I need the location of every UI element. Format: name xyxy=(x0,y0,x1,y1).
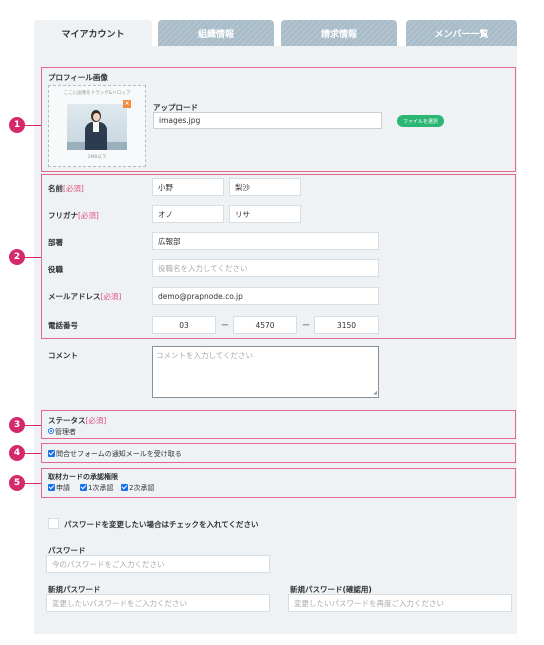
marker-2: 2 xyxy=(9,249,25,265)
approval-label: 取材カードの承認権限 xyxy=(48,473,118,481)
job-title-input[interactable]: 役職名を入力してください xyxy=(152,259,379,277)
kana-last-input[interactable]: オノ xyxy=(152,205,224,223)
email-label-text: メールアドレス xyxy=(48,292,101,301)
phone-separator-2: ー xyxy=(302,321,310,330)
approval-first-label: 1次承認 xyxy=(88,484,114,492)
marker-3-number: 3 xyxy=(13,420,21,430)
marker-4-line xyxy=(24,453,41,454)
marker-2-line xyxy=(24,257,41,258)
choose-file-button[interactable]: ファイルを選択 xyxy=(397,115,445,127)
status-admin-radio[interactable] xyxy=(48,428,54,434)
email-input[interactable]: demo@prapnode.co.jp xyxy=(152,287,379,305)
marker-2-number: 2 xyxy=(13,252,21,262)
tab-organization-label: 組織情報 xyxy=(197,29,234,40)
kana-first-input[interactable]: リサ xyxy=(229,205,301,223)
marker-1-number: 1 xyxy=(13,120,21,130)
status-label-text: ステータス xyxy=(48,416,86,425)
tab-my-account[interactable]: マイアカウント xyxy=(34,20,152,46)
tab-bar: マイアカウント 組織情報 請求情報 メンバー一覧 xyxy=(34,20,517,46)
kana-label-text: フリガナ xyxy=(48,211,78,220)
drop-zone-hint: ここに画像をドラッグ&ドロップ xyxy=(63,91,131,96)
comment-label: コメント xyxy=(48,351,78,360)
approval-second-checkbox[interactable] xyxy=(121,484,128,491)
job-title-label: 役職 xyxy=(48,265,63,274)
department-input[interactable]: 広報部 xyxy=(152,232,379,250)
name-required: [必須] xyxy=(63,184,84,193)
annotation-box-2 xyxy=(41,174,516,339)
notify-label: 問合せフォームの通知メールを受け取る xyxy=(56,450,182,458)
department-label: 部署 xyxy=(48,238,63,247)
resize-handle-icon[interactable]: ◢ xyxy=(373,390,377,396)
profile-thumbnail xyxy=(67,104,127,150)
comment-placeholder: コメントを入力してください xyxy=(156,351,254,360)
notify-checkbox[interactable] xyxy=(48,450,55,457)
approval-apply-label: 申請 xyxy=(56,484,70,492)
kana-required: [必須] xyxy=(78,211,99,220)
email-required: [必須] xyxy=(100,292,122,301)
tab-members-label: メンバー一覧 xyxy=(434,29,489,40)
remove-image-icon[interactable]: × xyxy=(123,100,131,108)
email-label: メールアドレス[必須] xyxy=(48,291,121,302)
upload-file-name[interactable]: images.jpg xyxy=(153,112,382,129)
marker-5: 5 xyxy=(9,475,25,491)
marker-4-number: 4 xyxy=(13,448,21,458)
image-drop-zone[interactable]: ここに画像をドラッグ&ドロップ × 1MB以下 xyxy=(48,85,146,167)
profile-image-label: プロフィール画像 xyxy=(48,73,108,82)
confirm-password-input[interactable]: 変更したいパスワードを再度ご入力ください xyxy=(288,594,512,612)
change-password-label: パスワードを変更したい場合はチェックを入れてください xyxy=(64,520,259,529)
name-label: 名前[必須] xyxy=(48,183,84,194)
phone-input-3[interactable]: 3150 xyxy=(314,316,379,334)
phone-separator-1: ー xyxy=(221,321,229,330)
status-required: [必須] xyxy=(85,416,107,425)
first-name-input[interactable]: 梨沙 xyxy=(229,178,301,196)
kana-label: フリガナ[必須] xyxy=(48,210,99,221)
marker-3-line xyxy=(24,425,41,426)
phone-input-1[interactable]: 03 xyxy=(152,316,216,334)
name-label-text: 名前 xyxy=(48,184,63,193)
status-label: ステータス[必須] xyxy=(48,415,106,426)
approval-first-checkbox[interactable] xyxy=(80,484,87,491)
status-admin-label: 管理者 xyxy=(55,428,76,436)
phone-input-2[interactable]: 4570 xyxy=(233,316,297,334)
tab-billing[interactable]: 請求情報 xyxy=(281,20,397,46)
approval-second-label: 2次承認 xyxy=(129,484,155,492)
change-password-checkbox[interactable] xyxy=(48,518,59,529)
tab-my-account-label: マイアカウント xyxy=(61,29,125,40)
annotation-box-3 xyxy=(41,410,516,439)
marker-3: 3 xyxy=(9,417,25,433)
file-size-note: 1MB以下 xyxy=(87,155,107,160)
tab-billing-label: 請求情報 xyxy=(320,29,357,40)
marker-5-number: 5 xyxy=(13,478,21,488)
marker-1: 1 xyxy=(9,117,25,133)
new-password-input[interactable]: 変更したいパスワードをご入力ください xyxy=(46,594,270,612)
tab-members[interactable]: メンバー一覧 xyxy=(406,20,517,46)
approval-apply-checkbox[interactable] xyxy=(48,484,55,491)
marker-5-line xyxy=(24,483,41,484)
current-password-input[interactable]: 今のパスワードをご入力ください xyxy=(46,555,270,573)
marker-4: 4 xyxy=(9,445,25,461)
phone-label: 電話番号 xyxy=(48,321,78,330)
marker-1-line xyxy=(24,125,41,126)
tab-organization[interactable]: 組織情報 xyxy=(158,20,274,46)
comment-textarea[interactable]: コメントを入力してください ◢ xyxy=(152,346,379,398)
last-name-input[interactable]: 小野 xyxy=(152,178,224,196)
